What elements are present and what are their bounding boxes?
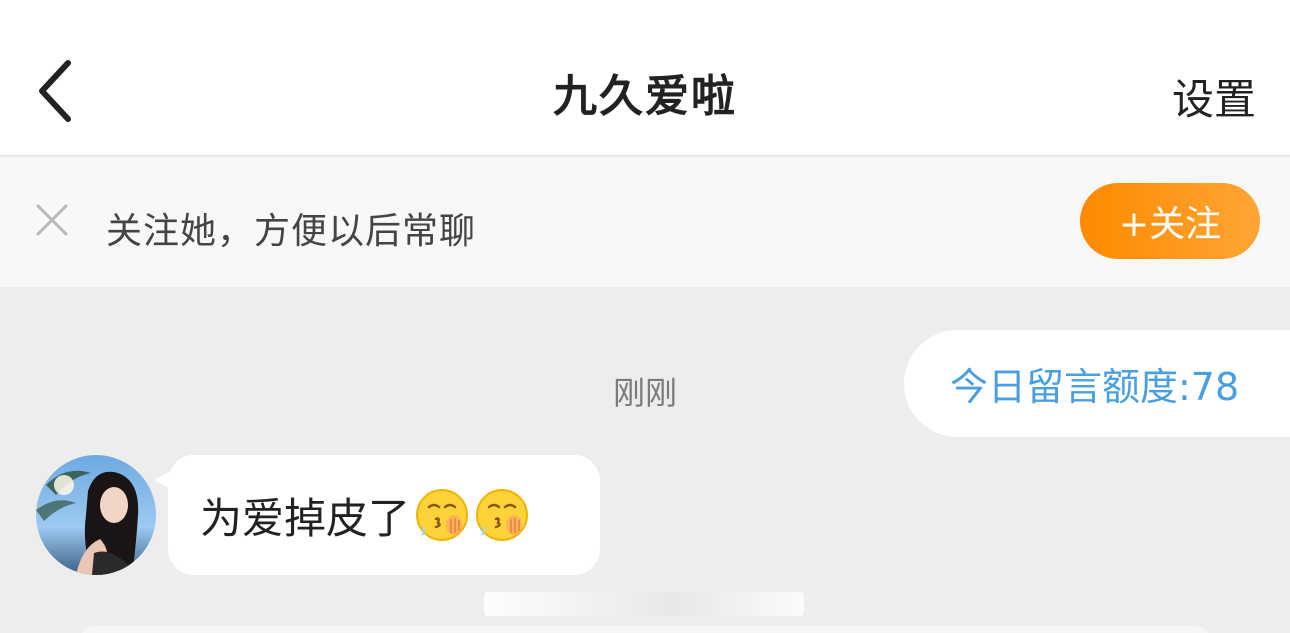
avatar[interactable] <box>36 455 156 575</box>
settings-button[interactable]: 设置 <box>1172 66 1256 127</box>
follow-prompt-text: 关注她，方便以后常聊 <box>106 211 477 252</box>
incoming-message-text: 为爱掉皮了 <box>200 493 411 543</box>
follow-banner-close-button[interactable] <box>30 198 74 242</box>
close-icon <box>36 204 68 236</box>
header-bar: 九久爱啦 设置 <box>0 0 1290 156</box>
blowing-kiss-emoji-icon <box>416 489 469 541</box>
quota-message-text: 今日留言额度:78 <box>950 365 1240 409</box>
quota-message-bubble: 今日留言额度:78 <box>904 330 1290 437</box>
page-title: 九久爱啦 <box>553 71 737 122</box>
input-panel-edge <box>80 626 1210 633</box>
blurred-content-strip <box>484 592 804 616</box>
avatar-photo-icon <box>36 455 156 575</box>
follow-button[interactable]: +关注 <box>1080 183 1260 259</box>
chat-screen: 九久爱啦 设置 关注她，方便以后常聊 +关注 刚刚 今日留言额度:78 为爱掉皮… <box>0 0 1290 633</box>
incoming-message-bubble[interactable]: 为爱掉皮了 <box>168 455 600 575</box>
blowing-kiss-emoji-icon <box>476 489 529 541</box>
